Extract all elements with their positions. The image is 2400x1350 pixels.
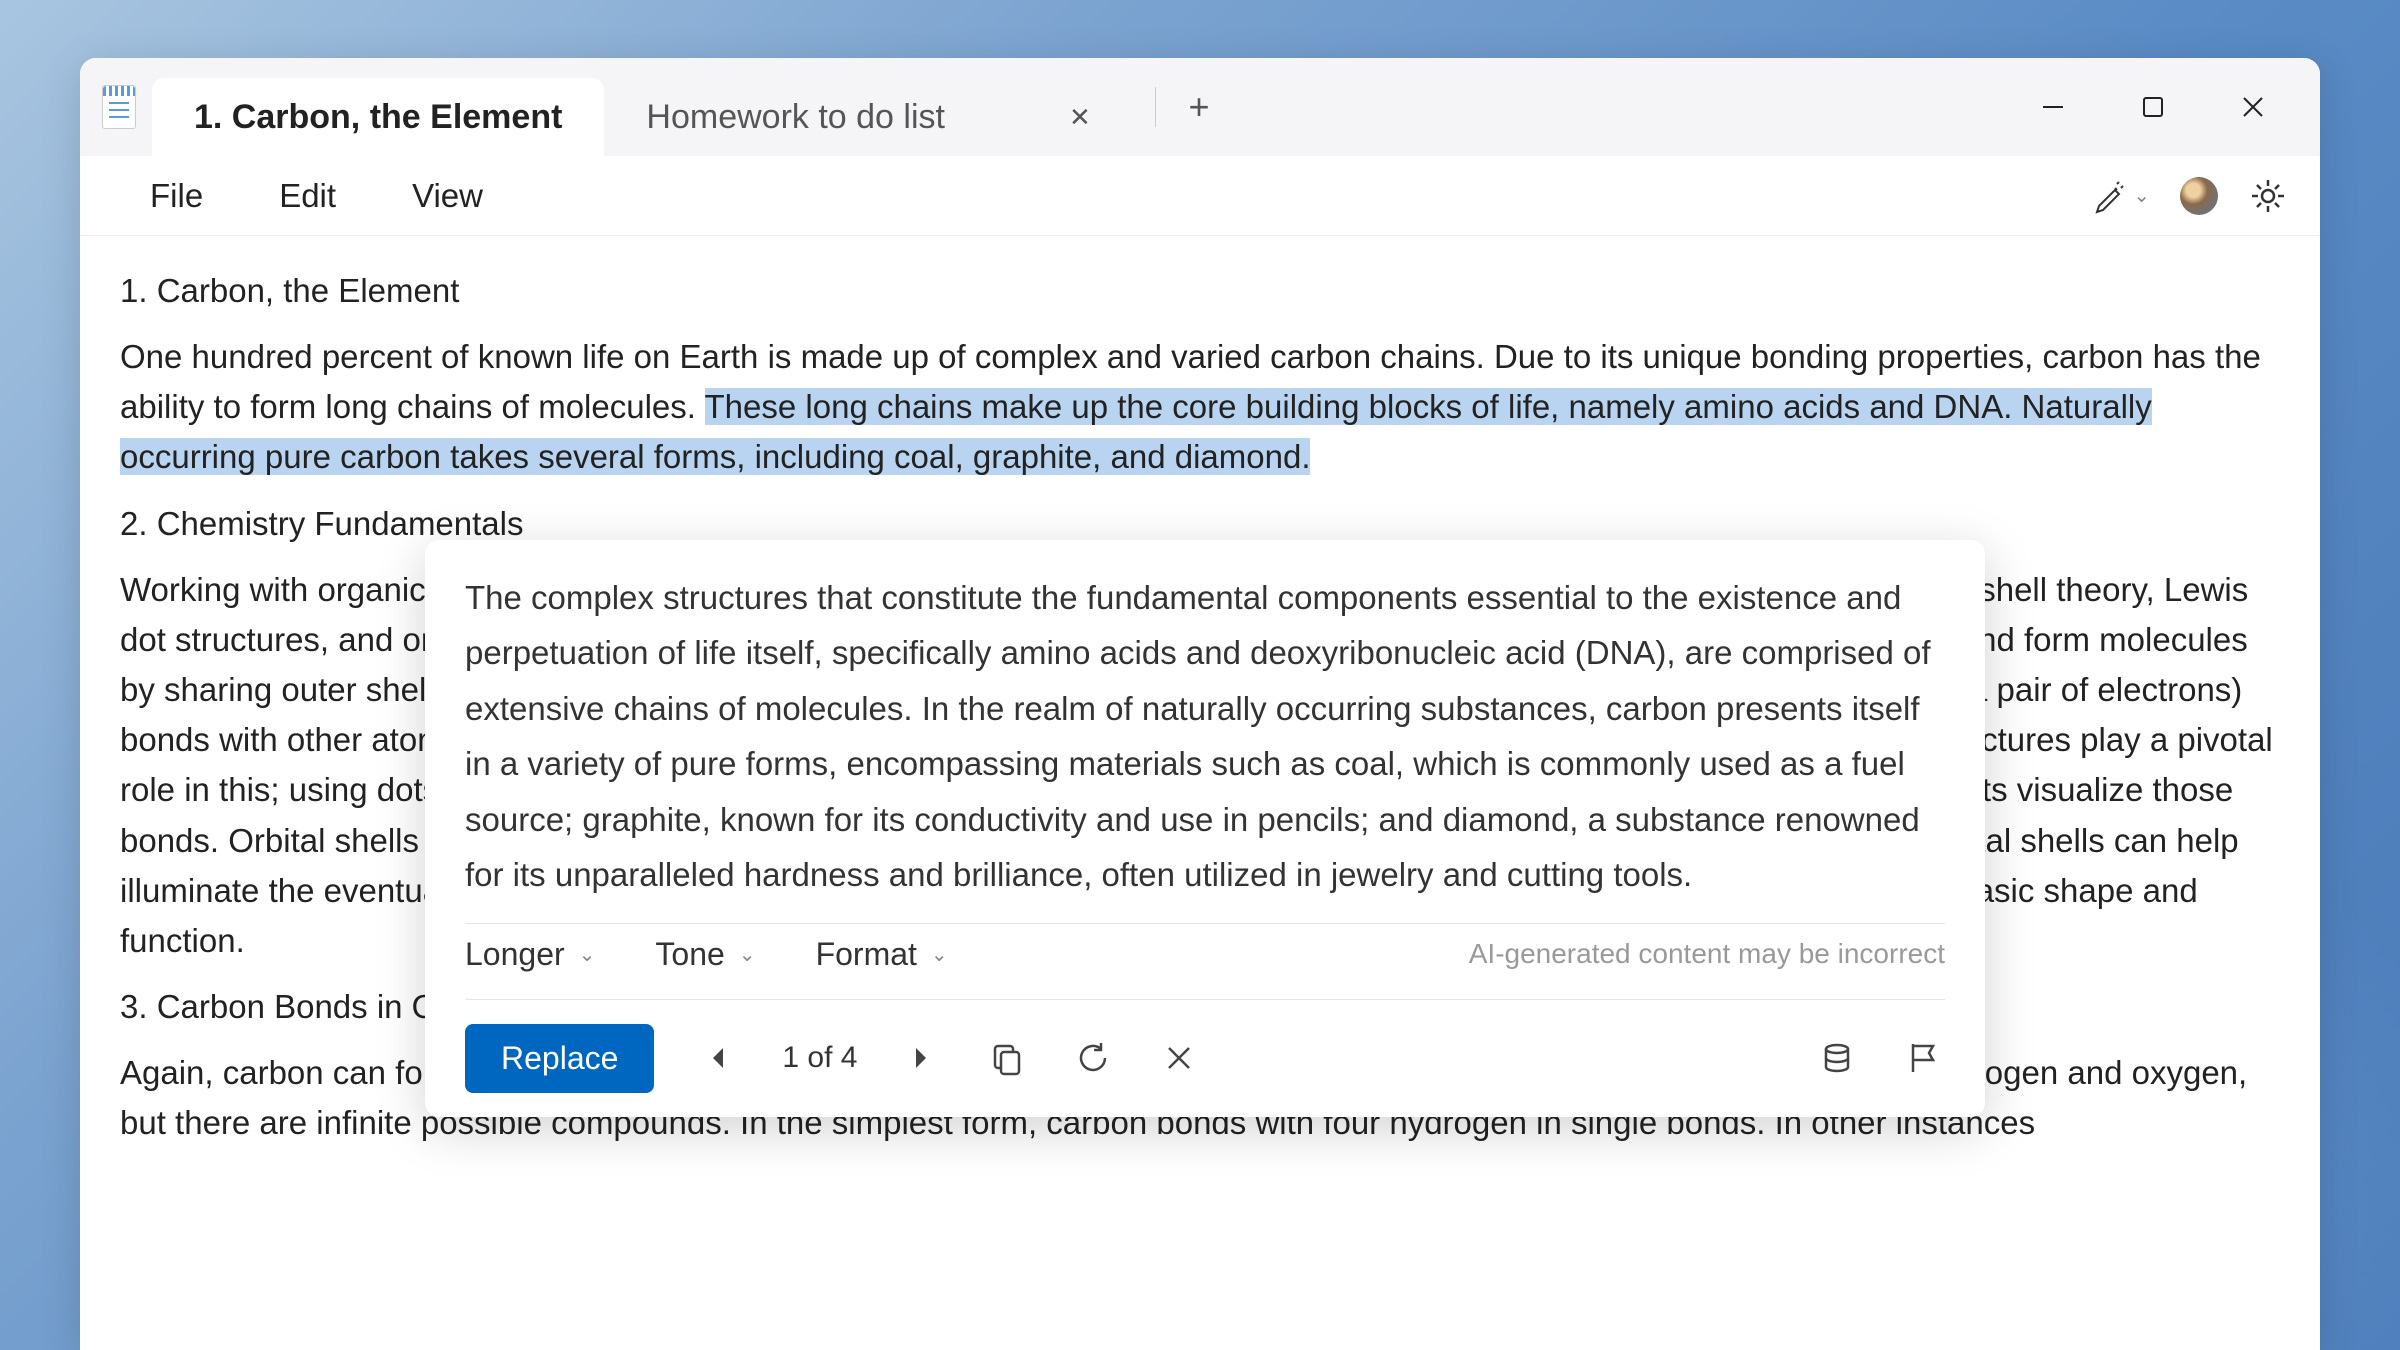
tab-active[interactable]: 1. Carbon, the Element (152, 78, 604, 156)
option-longer[interactable]: Longer ⌄ (465, 936, 595, 973)
flag-icon[interactable] (1901, 1036, 1945, 1080)
chevron-down-icon: ⌄ (931, 942, 948, 967)
chevron-down-icon: ⌄ (2133, 183, 2150, 208)
option-format[interactable]: Format ⌄ (816, 936, 948, 973)
next-button[interactable] (899, 1036, 943, 1080)
previous-button[interactable] (696, 1036, 740, 1080)
ai-actions-right (1815, 1036, 1945, 1080)
ai-disclaimer: AI-generated content may be incorrect (1469, 938, 1945, 970)
tab-separator (1155, 87, 1156, 127)
new-tab-button[interactable]: + (1174, 82, 1224, 132)
chevron-down-icon: ⌄ (579, 942, 596, 967)
copy-button[interactable] (985, 1036, 1029, 1080)
tab-strip: 1. Carbon, the Element Homework to do li… (136, 58, 2028, 156)
ai-suggestion-text: The complex structures that constitute t… (425, 540, 1985, 923)
tab-inactive[interactable]: Homework to do list ✕ (604, 78, 1137, 156)
minimize-button[interactable] (2028, 82, 2078, 132)
regenerate-button[interactable] (1071, 1036, 1115, 1080)
menubar: File Edit View ⌄ (80, 156, 2320, 236)
ai-rewrite-popup: The complex structures that constitute t… (425, 540, 1985, 1117)
ai-options-row: Longer ⌄ Tone ⌄ Format ⌄ AI-generated co… (425, 924, 1985, 999)
settings-button[interactable] (2248, 176, 2288, 216)
close-button[interactable] (2228, 82, 2278, 132)
database-icon[interactable] (1815, 1036, 1859, 1080)
menu-view[interactable]: View (374, 165, 521, 227)
replace-button[interactable]: Replace (465, 1024, 654, 1093)
chevron-down-icon: ⌄ (739, 942, 756, 967)
pager-text: 1 of 4 (782, 1041, 857, 1075)
close-tab-icon[interactable]: ✕ (1065, 102, 1095, 132)
app-icon (80, 58, 136, 156)
avatar[interactable] (2180, 177, 2218, 215)
ai-rewrite-button[interactable]: ⌄ (2091, 178, 2150, 214)
close-popup-button[interactable] (1157, 1036, 1201, 1080)
ai-actions-row: Replace 1 of 4 (425, 1000, 1985, 1117)
heading-1: 1. Carbon, the Element (120, 266, 2280, 316)
menu-file[interactable]: File (112, 165, 241, 227)
notepad-icon (102, 85, 136, 129)
menu-edit[interactable]: Edit (241, 165, 374, 227)
option-tone[interactable]: Tone ⌄ (655, 936, 755, 973)
menubar-right: ⌄ (2091, 176, 2288, 216)
tab-label: Homework to do list (646, 98, 945, 137)
titlebar: 1. Carbon, the Element Homework to do li… (80, 58, 2320, 156)
maximize-button[interactable] (2128, 82, 2178, 132)
paragraph-1: One hundred percent of known life on Ear… (120, 332, 2280, 482)
window-controls (2028, 58, 2320, 156)
tab-label: 1. Carbon, the Element (194, 98, 562, 137)
